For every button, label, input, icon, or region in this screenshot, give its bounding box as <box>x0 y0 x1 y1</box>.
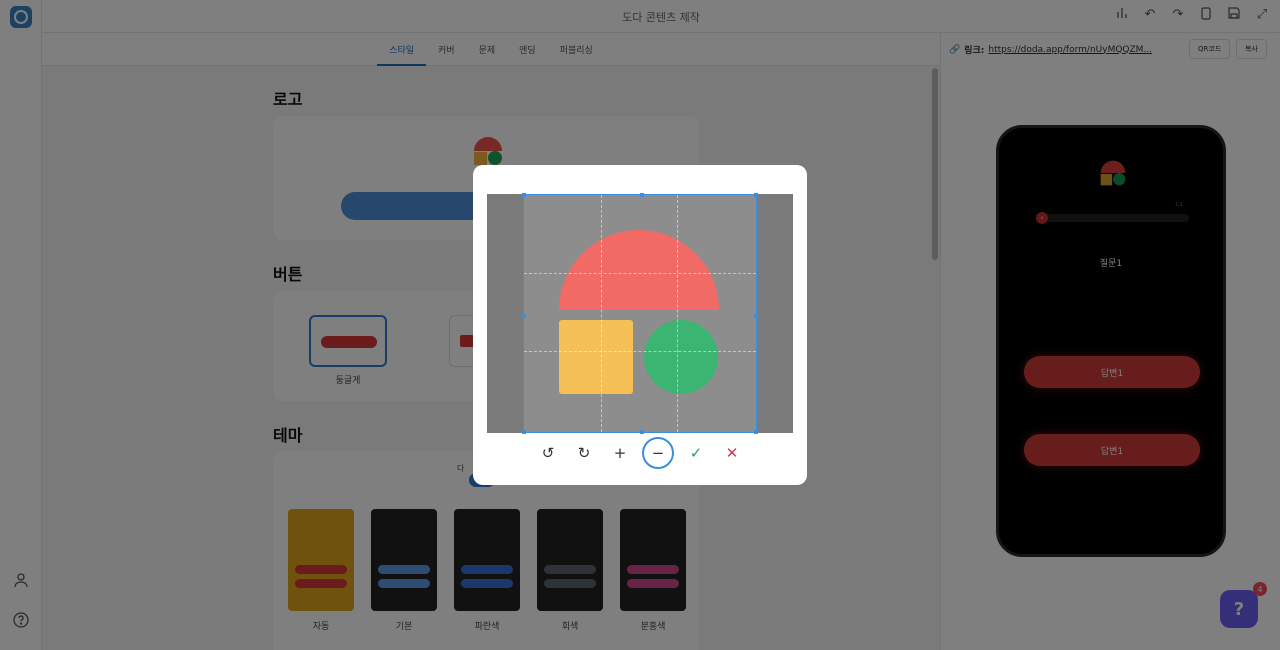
zoom-out-icon[interactable]: − <box>642 437 674 469</box>
crop-handle-tr[interactable] <box>754 193 758 197</box>
cancel-icon[interactable]: ✕ <box>718 439 746 467</box>
crop-modal: ↺ ↻ + − ✓ ✕ <box>473 165 807 485</box>
zoom-in-icon[interactable]: + <box>606 439 634 467</box>
crop-handle-r[interactable] <box>754 313 758 318</box>
crop-canvas[interactable] <box>487 193 793 434</box>
crop-selection[interactable] <box>522 193 758 434</box>
crop-handle-bl[interactable] <box>522 430 526 434</box>
rotate-left-icon[interactable]: ↺ <box>534 439 562 467</box>
crop-toolbar: ↺ ↻ + − ✓ ✕ <box>473 437 807 469</box>
crop-handle-br[interactable] <box>754 430 758 434</box>
crop-handle-tl[interactable] <box>522 193 526 197</box>
rotate-right-icon[interactable]: ↻ <box>570 439 598 467</box>
confirm-icon[interactable]: ✓ <box>682 439 710 467</box>
crop-handle-t[interactable] <box>640 193 644 197</box>
crop-handle-l[interactable] <box>522 313 526 318</box>
crop-handle-b[interactable] <box>640 430 644 434</box>
